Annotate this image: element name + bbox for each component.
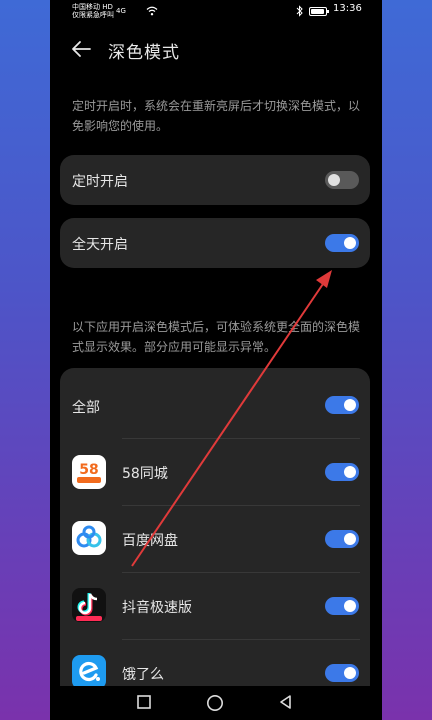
app-toggle-baidu-netdisk[interactable] (325, 530, 359, 548)
allday-toggle[interactable] (325, 234, 359, 252)
back-icon[interactable] (278, 694, 294, 710)
clock: 13:36 (333, 3, 362, 14)
scheduled-row[interactable]: 定时开启 (60, 155, 370, 205)
app-name: 百度网盘 (122, 533, 178, 549)
status-bar: 中国移动 HD 仅限紧急呼叫 4G 13:36 (50, 0, 382, 24)
signal-type: 4G (116, 7, 126, 15)
home-icon[interactable] (206, 694, 224, 712)
douyin-icon (72, 588, 106, 622)
app-row-douyin[interactable]: 抖音极速版 (60, 573, 370, 639)
all-apps-label: 全部 (72, 400, 100, 416)
page-title: 深色模式 (108, 43, 180, 63)
apps-card: 全部 58 58同城 百度网盘 抖音极速版 饿了么 (60, 368, 370, 708)
carrier-status: 仅限紧急呼叫 (72, 11, 114, 19)
carrier-info: 中国移动 HD 仅限紧急呼叫 (72, 3, 114, 19)
page-header: 深色模式 (50, 30, 382, 70)
app-toggle-douyin[interactable] (325, 597, 359, 615)
all-apps-toggle[interactable] (325, 396, 359, 414)
scheduled-label: 定时开启 (72, 174, 128, 190)
app-name: 58同城 (122, 466, 168, 482)
app-toggle-58[interactable] (325, 463, 359, 481)
scheduled-toggle[interactable] (325, 171, 359, 189)
app-row-58[interactable]: 58 58同城 (60, 439, 370, 505)
all-apps-row[interactable]: 全部 (60, 368, 370, 438)
schedule-description: 定时开启时，系统会在重新亮屏后才切换深色模式，以免影响您的使用。 (72, 99, 361, 133)
58-icon: 58 (72, 455, 106, 489)
app-name: 饿了么 (122, 667, 164, 683)
recent-apps-icon[interactable] (136, 694, 152, 710)
app-toggle-eleme[interactable] (325, 664, 359, 682)
carrier-name: 中国移动 HD (72, 3, 113, 11)
allday-label: 全天开启 (72, 237, 128, 253)
back-arrow-icon[interactable] (70, 38, 92, 60)
phone-screen: 中国移动 HD 仅限紧急呼叫 4G 13:36 深色模式 定时开启时，系统会在重… (50, 0, 382, 720)
allday-row[interactable]: 全天开启 (60, 218, 370, 268)
eleme-icon (72, 655, 106, 689)
app-name: 抖音极速版 (122, 600, 192, 616)
wifi-icon (146, 6, 158, 16)
navigation-bar (50, 686, 382, 720)
app-row-baidu-netdisk[interactable]: 百度网盘 (60, 506, 370, 572)
baidu-netdisk-icon (72, 521, 106, 555)
battery-icon (309, 7, 329, 16)
svg-text:58: 58 (79, 462, 98, 478)
bluetooth-icon (296, 5, 303, 17)
apps-description: 以下应用开启深色模式后，可体验系统更全面的深色模式显示效果。部分应用可能显示异常… (72, 320, 361, 354)
